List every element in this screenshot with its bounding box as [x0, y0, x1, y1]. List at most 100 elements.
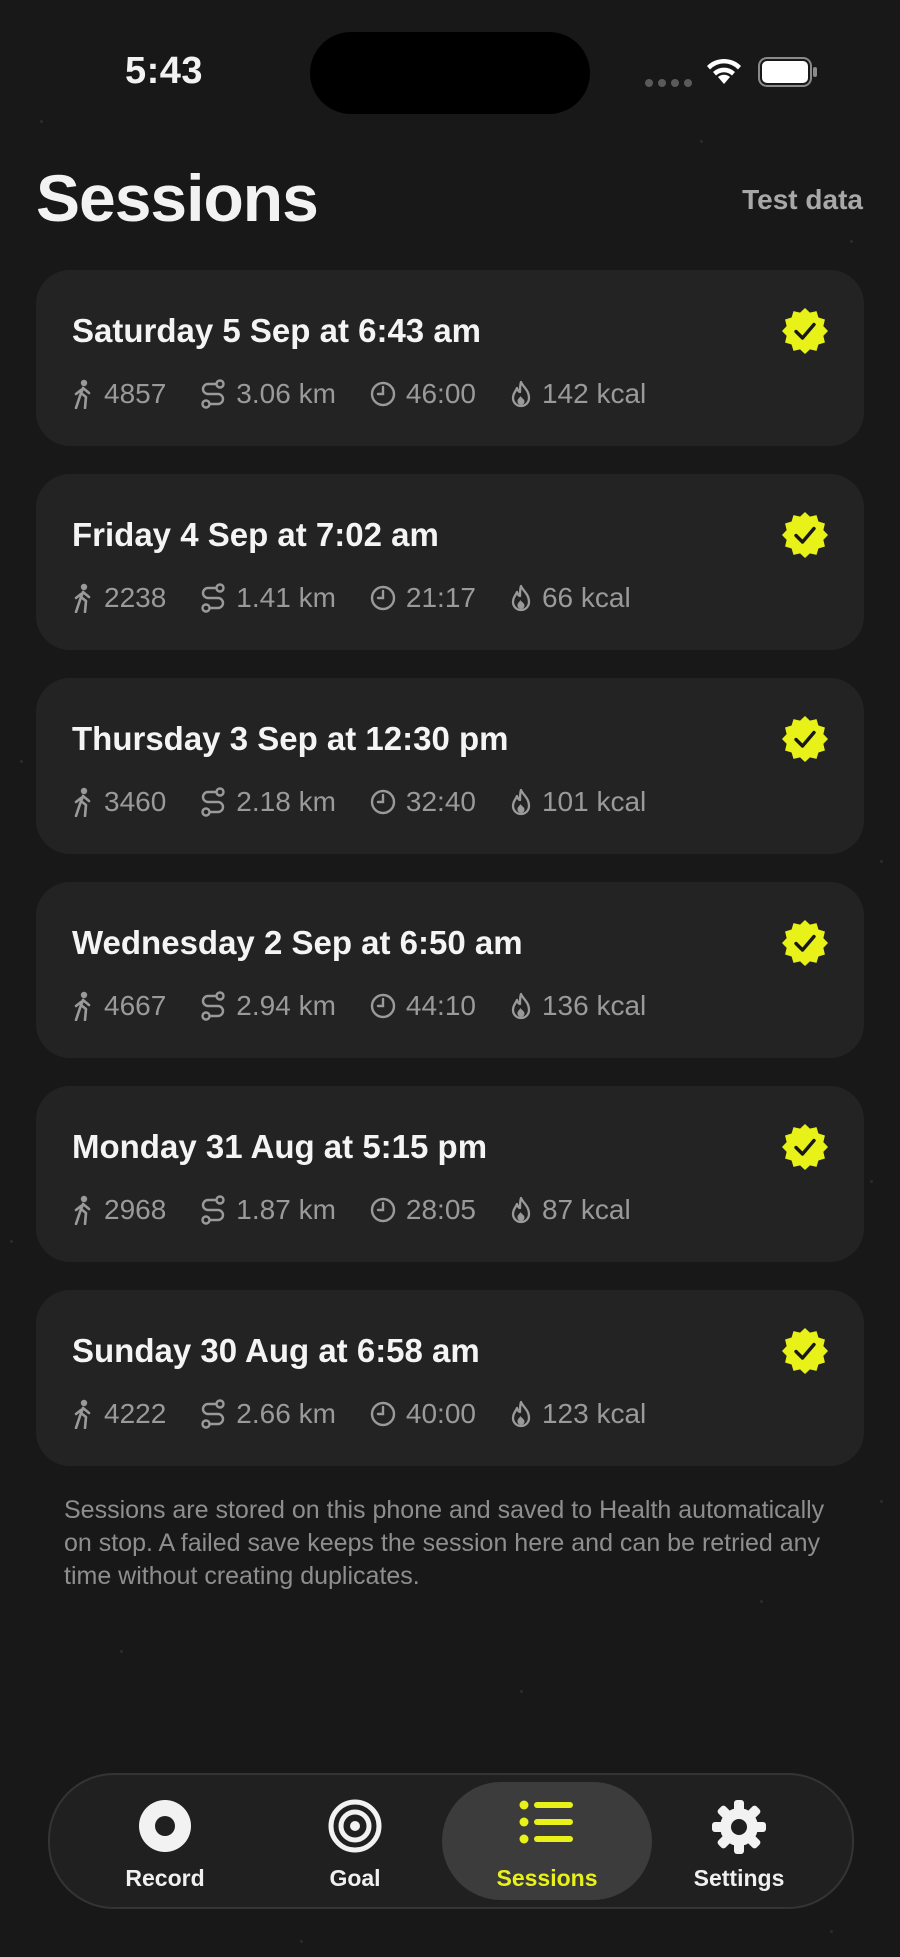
distance-metric: 2.18 km — [200, 786, 336, 818]
calories-metric: 136 kcal — [510, 990, 646, 1022]
distance-value: 2.94 km — [236, 990, 336, 1021]
walking-icon — [74, 1399, 91, 1429]
session-date: Thursday 3 Sep at 12:30 pm — [72, 720, 509, 757]
distance-metric: 1.41 km — [200, 582, 336, 614]
distance-metric: 2.66 km — [200, 1398, 336, 1430]
status-time: 5:43 — [125, 50, 204, 92]
duration-metric: 28:05 — [370, 1194, 476, 1226]
session-card[interactable]: Monday 31 Aug at 5:15 pm 2968 1.87 km 28:05… — [36, 1086, 864, 1262]
clock-icon — [370, 381, 396, 407]
steps-value: 4667 — [104, 990, 167, 1021]
steps-value: 2238 — [104, 582, 167, 613]
tab-settings-label: Settings — [693, 1865, 785, 1891]
tab-record[interactable]: Record — [70, 1775, 260, 1907]
session-card[interactable]: Wednesday 2 Sep at 6:50 am 4667 2.94 km 44:… — [36, 882, 864, 1058]
session-date: Saturday 5 Sep at 6:43 am — [72, 312, 482, 349]
distance-value: 3.06 km — [236, 378, 336, 409]
session-date: Wednesday 2 Sep at 6:50 am — [72, 924, 523, 961]
clock-icon — [370, 789, 396, 815]
route-icon — [201, 1399, 225, 1429]
status-bar: 5:43 — [0, 0, 900, 140]
distance-value: 1.87 km — [236, 1194, 336, 1225]
route-icon — [201, 787, 225, 817]
route-icon — [201, 1195, 225, 1225]
calories-value: 136 kcal — [541, 990, 647, 1021]
clock-icon — [370, 993, 396, 1019]
duration-value: 21:17 — [405, 582, 476, 613]
steps-value: 4857 — [104, 378, 167, 409]
walking-icon — [74, 583, 91, 613]
session-date: Friday 4 Sep at 7:02 am — [72, 516, 439, 553]
distance-metric: 3.06 km — [200, 378, 336, 410]
record-icon — [139, 1800, 191, 1852]
duration-metric: 32:40 — [370, 786, 476, 818]
steps-metric: 2238 — [72, 582, 166, 614]
clock-icon — [370, 1401, 396, 1427]
list-icon — [519, 1800, 573, 1844]
battery-icon — [758, 57, 817, 87]
walking-icon — [74, 1195, 91, 1225]
steps-value: 3460 — [104, 786, 167, 817]
saved-check-badge-icon — [782, 716, 828, 762]
calories-value: 66 kcal — [541, 582, 631, 613]
clock-icon — [370, 585, 396, 611]
session-card[interactable]: Thursday 3 Sep at 12:30 pm 3460 2.18 km 32:… — [36, 678, 864, 854]
calories-value: 101 kcal — [541, 786, 647, 817]
steps-metric: 4857 — [72, 378, 166, 410]
steps-metric: 4222 — [72, 1398, 166, 1430]
session-card[interactable]: Sunday 30 Aug at 6:58 am 4222 2.66 km 40:00… — [36, 1290, 864, 1466]
session-metrics: 4667 2.94 km 44:10 136 kcal — [72, 990, 680, 1022]
flame-icon — [511, 1400, 531, 1428]
sessions-list: Saturday 5 Sep at 6:43 am 4857 3.06 km 46:0… — [36, 270, 864, 1494]
walking-icon — [74, 787, 91, 817]
tab-goal[interactable]: Goal — [260, 1775, 450, 1907]
calories-metric: 142 kcal — [510, 378, 646, 410]
session-date: Sunday 30 Aug at 6:58 am — [72, 1332, 480, 1369]
distance-value: 1.41 km — [236, 582, 336, 613]
calories-metric: 87 kcal — [510, 1194, 631, 1226]
footer-note: Sessions are stored on this phone and sa… — [64, 1496, 825, 1590]
session-metrics: 2238 1.41 km 21:17 66 kcal — [72, 582, 665, 614]
duration-value: 44:10 — [405, 990, 476, 1021]
session-metrics: 4222 2.66 km 40:00 123 kcal — [72, 1398, 680, 1430]
flame-icon — [511, 788, 531, 816]
session-metrics: 2968 1.87 km 28:05 87 kcal — [72, 1194, 665, 1226]
test-data-button[interactable]: Test data — [742, 184, 863, 216]
route-icon — [201, 583, 225, 613]
tab-goal-label: Goal — [329, 1865, 381, 1891]
steps-value: 2968 — [104, 1194, 167, 1225]
saved-check-badge-icon — [782, 308, 828, 354]
session-card[interactable]: Saturday 5 Sep at 6:43 am 4857 3.06 km 46:0… — [36, 270, 864, 446]
duration-metric: 46:00 — [370, 378, 476, 410]
flame-icon — [511, 584, 531, 612]
dynamic-island — [310, 32, 590, 114]
steps-metric: 3460 — [72, 786, 166, 818]
tab-bar: Record Goal Sessions Settings — [48, 1773, 854, 1909]
duration-value: 40:00 — [405, 1398, 476, 1429]
calories-metric: 66 kcal — [510, 582, 631, 614]
tab-sessions[interactable]: Sessions — [442, 1782, 652, 1900]
distance-metric: 2.94 km — [200, 990, 336, 1022]
distance-metric: 1.87 km — [200, 1194, 336, 1226]
flame-icon — [511, 1196, 531, 1224]
session-metrics: 3460 2.18 km 32:40 101 kcal — [72, 786, 680, 818]
cellular-signal-icon — [645, 79, 692, 87]
calories-metric: 101 kcal — [510, 786, 646, 818]
wifi-icon — [707, 58, 741, 84]
session-card[interactable]: Friday 4 Sep at 7:02 am 2238 1.41 km 21:17 6… — [36, 474, 864, 650]
steps-value: 4222 — [104, 1398, 167, 1429]
tab-settings[interactable]: Settings — [644, 1775, 834, 1907]
saved-check-badge-icon — [782, 1124, 828, 1170]
distance-value: 2.18 km — [236, 786, 336, 817]
saved-check-badge-icon — [782, 1328, 828, 1374]
tab-record-label: Record — [125, 1865, 205, 1891]
tab-sessions-label: Sessions — [496, 1865, 598, 1891]
gear-icon — [712, 1800, 766, 1854]
session-metrics: 4857 3.06 km 46:00 142 kcal — [72, 378, 680, 410]
saved-check-badge-icon — [782, 512, 828, 558]
calories-value: 87 kcal — [541, 1194, 631, 1225]
calories-metric: 123 kcal — [510, 1398, 646, 1430]
distance-value: 2.66 km — [236, 1398, 336, 1429]
duration-metric: 44:10 — [370, 990, 476, 1022]
duration-value: 28:05 — [405, 1194, 476, 1225]
